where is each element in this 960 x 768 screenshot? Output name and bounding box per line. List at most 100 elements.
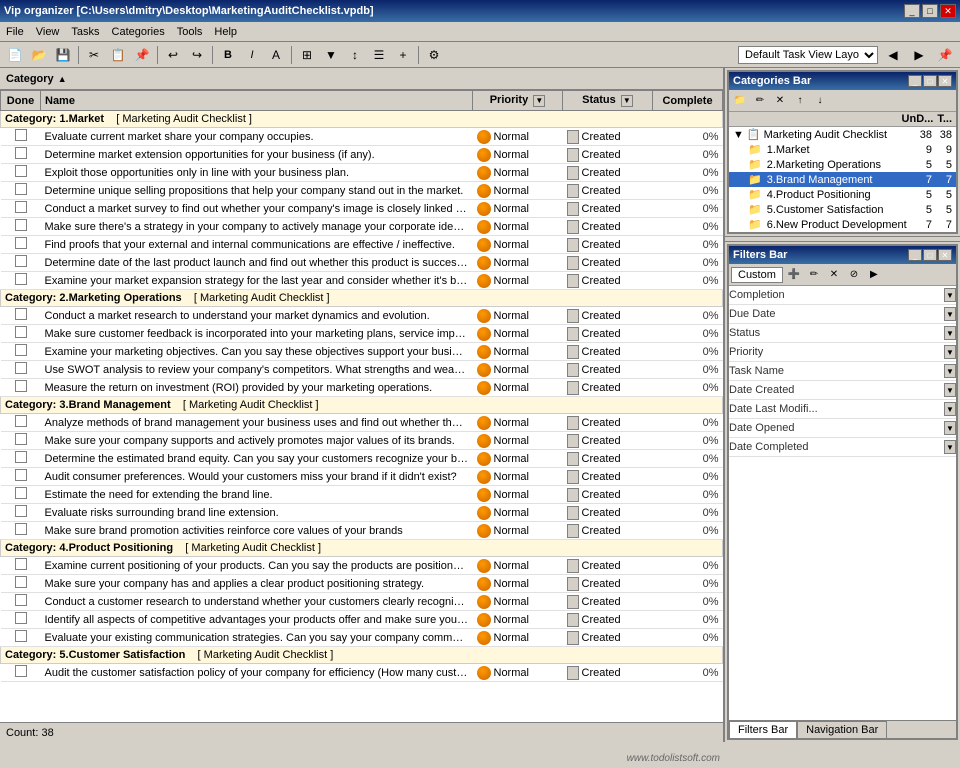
priority-filter-btn[interactable]: ▼ [533, 95, 545, 107]
filter-add-button[interactable]: ➕ [785, 267, 803, 283]
task-checkbox[interactable] [15, 451, 27, 463]
task-checkbox[interactable] [15, 505, 27, 517]
filter-delete-button[interactable]: ✕ [825, 267, 843, 283]
bottom-tabs[interactable]: Filters Bar Navigation Bar [729, 720, 956, 738]
table-row[interactable]: Use SWOT analysis to review your company… [1, 361, 723, 379]
table-row[interactable]: Examine your marketing objectives. Can y… [1, 343, 723, 361]
task-checkbox[interactable] [15, 129, 27, 141]
table-row[interactable]: Conduct a market research to understand … [1, 307, 723, 325]
cat-move-down-button[interactable]: ↓ [811, 93, 829, 109]
task-checkbox[interactable] [15, 362, 27, 374]
menu-categories[interactable]: Categories [106, 25, 171, 39]
redo-button[interactable]: ↪ [186, 45, 208, 65]
filter-dropdown-btn[interactable]: ▼ [944, 421, 956, 435]
layout-pin[interactable]: 📌 [934, 45, 956, 65]
panel-divider[interactable] [725, 236, 960, 242]
task-checkbox[interactable] [15, 665, 27, 677]
copy-button[interactable]: 📋 [107, 45, 129, 65]
table-row[interactable]: Determine date of the last product launc… [1, 254, 723, 272]
filter-bar-close[interactable]: ✕ [938, 249, 952, 261]
save-button[interactable]: 💾 [52, 45, 74, 65]
window-controls[interactable]: _ □ ✕ [904, 4, 956, 18]
task-checkbox[interactable] [15, 576, 27, 588]
maximize-button[interactable]: □ [922, 4, 938, 18]
sidebar-item-1.market[interactable]: 📁 1.Market 9 9 [729, 142, 956, 157]
custom-filter-button[interactable]: Custom [731, 267, 783, 283]
cat-add-button[interactable]: 📁 [731, 93, 749, 109]
filter-bar-float[interactable]: □ [923, 249, 937, 261]
task-checkbox[interactable] [15, 558, 27, 570]
layout-prev[interactable]: ◀ [882, 45, 904, 65]
sort-button[interactable]: ↕ [344, 45, 366, 65]
table-row[interactable]: Conduct a customer research to understan… [1, 593, 723, 611]
task-table-container[interactable]: Done Name Priority ▼ Status ▼ Complete [0, 90, 723, 722]
table-row[interactable]: Make sure your company supports and acti… [1, 432, 723, 450]
table-row[interactable]: Analyze methods of brand management your… [1, 414, 723, 432]
cat-delete-button[interactable]: ✕ [771, 93, 789, 109]
filter-dropdown-btn[interactable]: ▼ [944, 364, 956, 378]
menu-tasks[interactable]: Tasks [65, 25, 105, 39]
task-checkbox[interactable] [15, 594, 27, 606]
bold-button[interactable]: B [217, 45, 239, 65]
task-checkbox[interactable] [15, 469, 27, 481]
cat-move-up-button[interactable]: ↑ [791, 93, 809, 109]
task-checkbox[interactable] [15, 415, 27, 427]
table-row[interactable]: Audit consumer preferences. Would your c… [1, 468, 723, 486]
cat-bar-float[interactable]: □ [923, 75, 937, 87]
filters-bar-controls[interactable]: _ □ ✕ [908, 249, 952, 261]
table-row[interactable]: Make sure brand promotion activities rei… [1, 522, 723, 540]
table-row[interactable]: Determine the estimated brand equity. Ca… [1, 450, 723, 468]
table-row[interactable]: Audit the customer satisfaction policy o… [1, 664, 723, 682]
task-checkbox[interactable] [15, 201, 27, 213]
view-button[interactable]: ⊞ [296, 45, 318, 65]
expand-button[interactable]: + [392, 45, 414, 65]
table-row[interactable]: Determine unique selling propositions th… [1, 182, 723, 200]
filter-dropdown-btn[interactable]: ▼ [944, 326, 956, 340]
menu-view[interactable]: View [30, 25, 66, 39]
open-button[interactable]: 📂 [28, 45, 50, 65]
task-checkbox[interactable] [15, 183, 27, 195]
close-button[interactable]: ✕ [940, 4, 956, 18]
filter-bar-minimize[interactable]: _ [908, 249, 922, 261]
task-checkbox[interactable] [15, 273, 27, 285]
task-checkbox[interactable] [15, 255, 27, 267]
sidebar-item-5.customersatisfaction[interactable]: 📁 5.Customer Satisfaction 5 5 [729, 202, 956, 217]
tab-navigation-bar[interactable]: Navigation Bar [797, 721, 887, 738]
task-checkbox[interactable] [15, 237, 27, 249]
filter-dropdown-btn[interactable]: ▼ [944, 383, 956, 397]
filter-dropdown-btn[interactable]: ▼ [944, 345, 956, 359]
menu-help[interactable]: Help [208, 25, 243, 39]
status-filter-btn[interactable]: ▼ [621, 95, 633, 107]
task-checkbox[interactable] [15, 165, 27, 177]
table-row[interactable]: Make sure there's a strategy in your com… [1, 218, 723, 236]
new-task-button[interactable]: 📄 [4, 45, 26, 65]
menu-file[interactable]: File [0, 25, 30, 39]
filter-button[interactable]: ▼ [320, 45, 342, 65]
filter-clear-button[interactable]: ⊘ [845, 267, 863, 283]
tree-root-expand[interactable]: ▼ [733, 129, 744, 141]
table-row[interactable]: Evaluate your existing communication str… [1, 629, 723, 647]
task-checkbox[interactable] [15, 487, 27, 499]
minimize-button[interactable]: _ [904, 4, 920, 18]
sidebar-item-3.brandmanagement[interactable]: 📁 3.Brand Management 7 7 [729, 172, 956, 187]
task-checkbox[interactable] [15, 523, 27, 535]
sidebar-item-6.newproductdevelopment[interactable]: 📁 6.New Product Development 7 7 [729, 217, 956, 232]
table-row[interactable]: Estimate the need for extending the bran… [1, 486, 723, 504]
cut-button[interactable]: ✂ [83, 45, 105, 65]
sidebar-item-4.productpositioning[interactable]: 📁 4.Product Positioning 5 5 [729, 187, 956, 202]
table-row[interactable]: Determine market extension opportunities… [1, 146, 723, 164]
table-row[interactable]: Exploit those opportunities only in line… [1, 164, 723, 182]
task-checkbox[interactable] [15, 630, 27, 642]
undo-button[interactable]: ↩ [162, 45, 184, 65]
task-checkbox[interactable] [15, 219, 27, 231]
filter-dropdown-btn[interactable]: ▼ [944, 402, 956, 416]
table-row[interactable]: Conduct a market survey to find out whet… [1, 200, 723, 218]
task-checkbox[interactable] [15, 147, 27, 159]
filter-dropdown-btn[interactable]: ▼ [944, 288, 956, 302]
filter-dropdown-btn[interactable]: ▼ [944, 307, 956, 321]
cat-edit-button[interactable]: ✏ [751, 93, 769, 109]
task-checkbox[interactable] [15, 433, 27, 445]
table-row[interactable]: Make sure your company has and applies a… [1, 575, 723, 593]
filter-edit-button[interactable]: ✏ [805, 267, 823, 283]
sort-icon[interactable]: ▲ [58, 74, 67, 84]
